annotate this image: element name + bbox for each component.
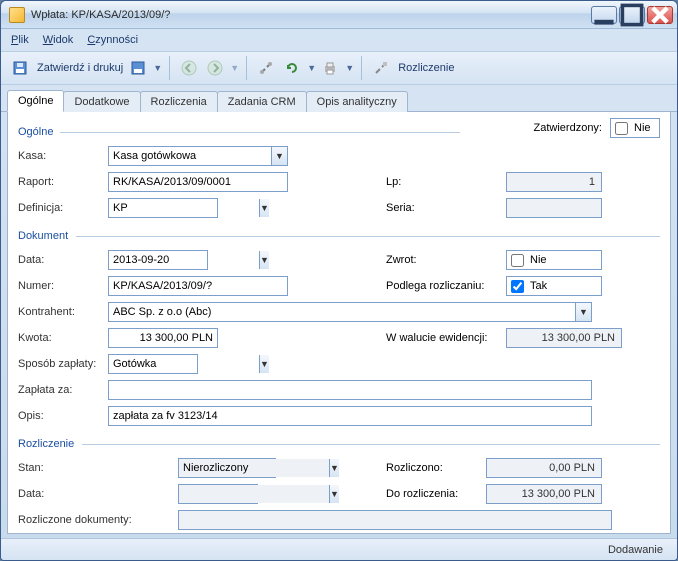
do-rozliczenia-value: 13 300,00 PLN bbox=[486, 484, 602, 504]
chevron-down-icon[interactable]: ▼ bbox=[259, 355, 269, 373]
print-dropdown[interactable]: ▼ bbox=[345, 63, 353, 73]
window-title: Wpłata: KP/KASA/2013/09/? bbox=[31, 9, 591, 21]
raport-input[interactable] bbox=[108, 172, 288, 192]
close-button[interactable] bbox=[647, 6, 673, 24]
rozliczone-dok-value bbox=[178, 510, 612, 530]
zatwierdzony-checkbox[interactable]: Nie bbox=[610, 118, 660, 138]
kontrahent-combo[interactable]: ▼ bbox=[108, 302, 592, 322]
definicja-combo[interactable]: ▼ bbox=[108, 198, 218, 218]
rozliczenie-button[interactable]: Rozliczenie bbox=[398, 62, 454, 74]
zwrot-label: Zwrot: bbox=[386, 254, 506, 266]
statusbar: Dodawanie bbox=[1, 538, 677, 560]
sposob-label: Sposób zapłaty: bbox=[18, 358, 108, 370]
menu-widok[interactable]: Widok bbox=[43, 34, 74, 46]
definicja-label: Definicja: bbox=[18, 202, 108, 214]
rozliczono-value: 0,00 PLN bbox=[486, 458, 602, 478]
commit-print-button[interactable]: Zatwierdź i drukuj bbox=[37, 62, 123, 74]
numer-label: Numer: bbox=[18, 280, 108, 292]
section-dokument: Dokument bbox=[18, 230, 660, 242]
tab-ogolne[interactable]: Ogólne bbox=[7, 90, 64, 112]
tabstrip: Ogólne Dodatkowe Rozliczenia Zadania CRM… bbox=[1, 85, 677, 112]
stan-combo[interactable]: ▼ bbox=[178, 458, 276, 478]
menubar: Plik Widok Czynności bbox=[1, 29, 677, 51]
refresh-icon[interactable] bbox=[281, 57, 303, 79]
rozliczenie-data-combo[interactable]: ▼ bbox=[178, 484, 258, 504]
kwota-input[interactable] bbox=[108, 328, 218, 348]
save-dropdown[interactable]: ▼ bbox=[153, 63, 161, 73]
commit-icon[interactable] bbox=[9, 57, 31, 79]
kwota-label: Kwota: bbox=[18, 332, 108, 344]
zwrot-checkbox[interactable]: Nie bbox=[506, 250, 602, 270]
chevron-down-icon[interactable]: ▼ bbox=[259, 199, 269, 217]
forward-icon[interactable] bbox=[204, 57, 226, 79]
section-rozliczenie: Rozliczenie bbox=[18, 438, 660, 450]
minimize-button[interactable] bbox=[591, 6, 617, 24]
chevron-down-icon[interactable]: ▼ bbox=[329, 485, 339, 503]
rozliczono-label: Rozliczono: bbox=[386, 462, 486, 474]
opis-input[interactable] bbox=[108, 406, 592, 426]
tab-content: Ogólne Zatwierdzony: Nie Kasa: ▼ Raport:… bbox=[7, 112, 671, 534]
zatwierdzony-label: Zatwierdzony: bbox=[534, 122, 602, 134]
chevron-down-icon[interactable]: ▼ bbox=[271, 147, 287, 165]
stan-label: Stan: bbox=[18, 462, 178, 474]
maximize-button[interactable] bbox=[619, 6, 645, 24]
opis-label: Opis: bbox=[18, 410, 108, 422]
lp-label: Lp: bbox=[386, 176, 506, 188]
chevron-down-icon[interactable]: ▼ bbox=[575, 303, 591, 321]
tools-icon[interactable] bbox=[255, 57, 277, 79]
toolbar: Zatwierdź i drukuj ▼ ▼ ▼ ▼ Rozliczenie bbox=[1, 51, 677, 85]
raport-label: Raport: bbox=[18, 176, 108, 188]
tab-rozliczenia[interactable]: Rozliczenia bbox=[140, 91, 218, 112]
save-icon[interactable] bbox=[127, 57, 149, 79]
chevron-down-icon[interactable]: ▼ bbox=[259, 251, 269, 269]
wwalucie-value: 13 300,00 PLN bbox=[506, 328, 622, 348]
rozliczenie-icon[interactable] bbox=[370, 57, 392, 79]
numer-input[interactable] bbox=[108, 276, 288, 296]
kasa-combo[interactable]: ▼ bbox=[108, 146, 288, 166]
podlega-label: Podlega rozliczaniu: bbox=[386, 280, 506, 292]
forward-dropdown[interactable]: ▼ bbox=[230, 63, 238, 73]
do-rozliczenia-label: Do rozliczenia: bbox=[386, 488, 486, 500]
data-field[interactable]: ▼ bbox=[108, 250, 208, 270]
menu-plik[interactable]: Plik bbox=[11, 34, 29, 46]
back-icon[interactable] bbox=[178, 57, 200, 79]
refresh-dropdown[interactable]: ▼ bbox=[307, 63, 315, 73]
zaplata-za-input[interactable] bbox=[108, 380, 592, 400]
data-label: Data: bbox=[18, 254, 108, 266]
podlega-checkbox[interactable]: Tak bbox=[506, 276, 602, 296]
app-icon bbox=[9, 7, 25, 23]
rdata-label: Data: bbox=[18, 488, 178, 500]
wwalucie-label: W walucie ewidencji: bbox=[386, 332, 506, 344]
titlebar: Wpłata: KP/KASA/2013/09/? bbox=[1, 1, 677, 29]
kasa-label: Kasa: bbox=[18, 150, 108, 162]
status-mode: Dodawanie bbox=[608, 544, 663, 556]
print-icon[interactable] bbox=[319, 57, 341, 79]
seria-value bbox=[506, 198, 602, 218]
lp-value: 1 bbox=[506, 172, 602, 192]
app-window: Wpłata: KP/KASA/2013/09/? Plik Widok Czy… bbox=[0, 0, 678, 561]
menu-czynnosci[interactable]: Czynności bbox=[87, 34, 138, 46]
tab-zadania-crm[interactable]: Zadania CRM bbox=[217, 91, 307, 112]
sposob-combo[interactable]: ▼ bbox=[108, 354, 198, 374]
seria-label: Seria: bbox=[386, 202, 506, 214]
rozliczone-dok-label: Rozliczone dokumenty: bbox=[18, 514, 178, 526]
tab-dodatkowe[interactable]: Dodatkowe bbox=[63, 91, 140, 112]
zaplata-za-label: Zapłata za: bbox=[18, 384, 108, 396]
tab-opis-analityczny[interactable]: Opis analityczny bbox=[306, 91, 408, 112]
chevron-down-icon[interactable]: ▼ bbox=[329, 459, 339, 477]
kontrahent-label: Kontrahent: bbox=[18, 306, 108, 318]
